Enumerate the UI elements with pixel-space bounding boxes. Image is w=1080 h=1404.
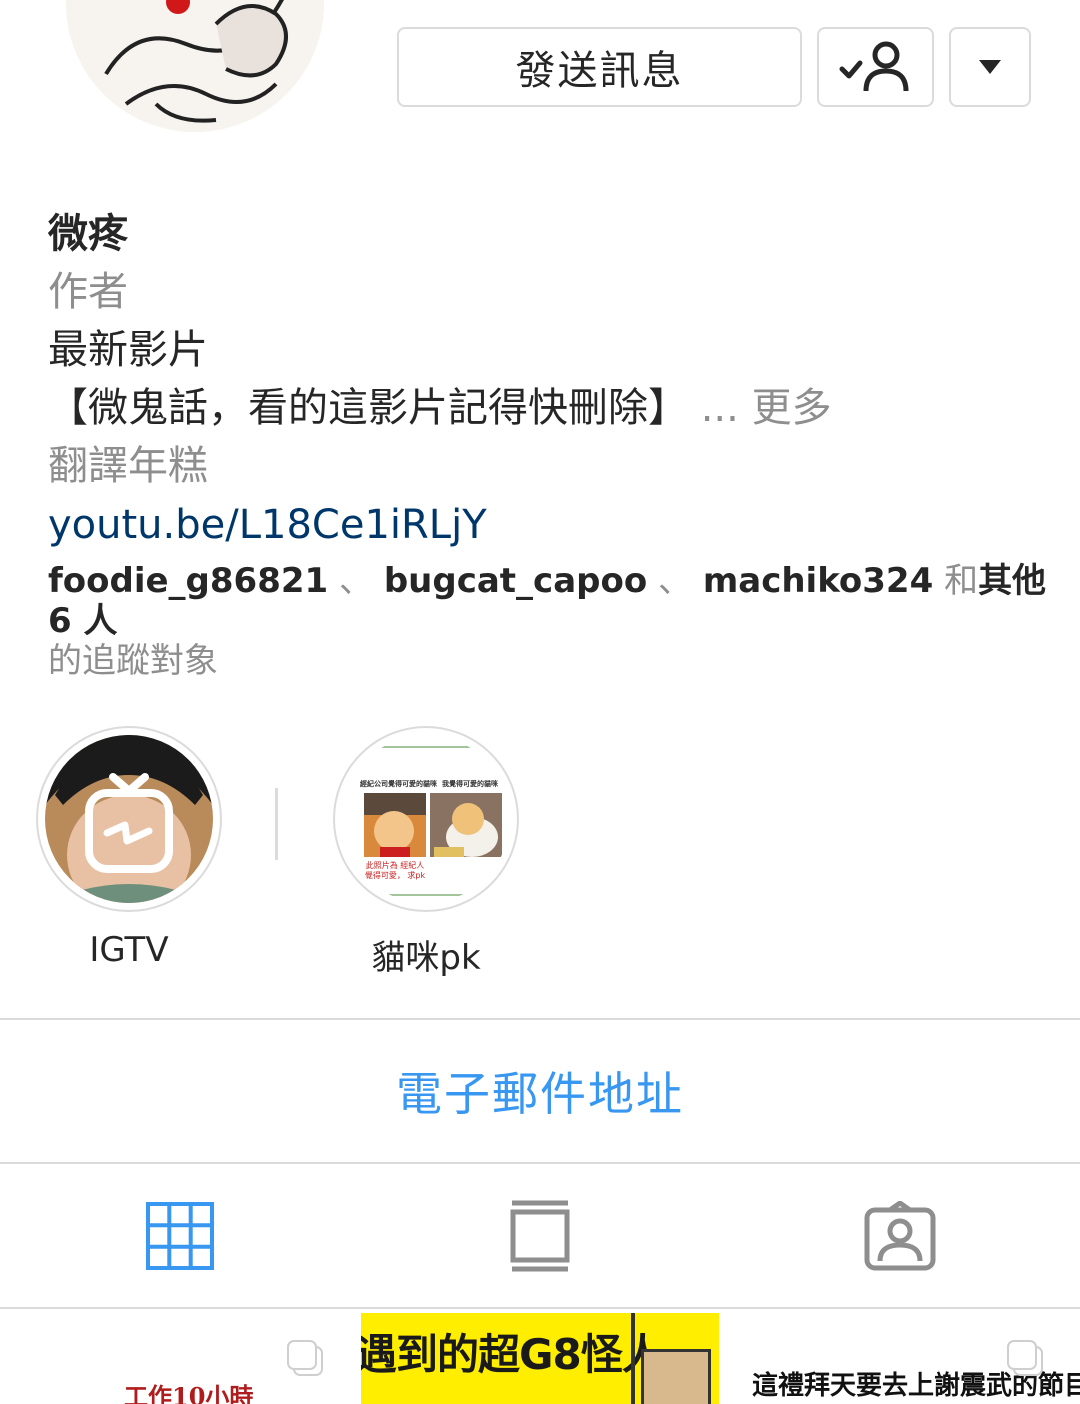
igtv-icon: [45, 735, 213, 903]
post-thumbnail-text: 工作10小時: [124, 1382, 254, 1404]
separator: 、: [339, 561, 373, 601]
post-thumbnail[interactable]: 工作10小時: [0, 1313, 358, 1404]
post-thumbnail[interactable]: 這禮拜天要去上謝震武的節目: [722, 1313, 1080, 1404]
highlight-cat-pk[interactable]: 經紀公司覺得可愛的貓咪 我覺得可愛的貓咪 此照片為 經紀人覺得可愛， 求pk 貓…: [331, 726, 521, 979]
feed-icon: [510, 1200, 570, 1271]
email-address-label: 電子郵件地址: [396, 1067, 684, 1121]
post-thumbnail[interactable]: 遇到的超G8怪人: [361, 1313, 719, 1404]
thumb-caption-right: 我覺得可愛的貓咪: [442, 780, 498, 788]
send-message-button[interactable]: 發送訊息: [397, 27, 802, 107]
cat-pk-thumbnail: 經紀公司覺得可愛的貓咪 我覺得可愛的貓咪 此照片為 經紀人覺得可愛， 求pk: [342, 735, 510, 903]
thumb-note: 此照片為 經紀人覺得可愛， 求pk: [364, 861, 426, 880]
profile-avatar[interactable]: [66, 0, 324, 132]
followed-by-user[interactable]: machiko324: [703, 561, 933, 601]
person-check-icon: [839, 41, 908, 92]
tab-grid[interactable]: [0, 1164, 360, 1307]
bio-line-1: 最新影片: [48, 327, 208, 373]
post-thumbnail-text: 遇到的超G8怪人: [361, 1330, 664, 1379]
tab-feed[interactable]: [360, 1164, 720, 1307]
followed-by-user[interactable]: foodie_g86821: [48, 561, 328, 601]
highlight-ring: [36, 726, 222, 912]
door-frame: [631, 1313, 635, 1404]
highlight-igtv[interactable]: IGTV: [34, 726, 224, 970]
tagged-person-icon: [864, 1200, 936, 1270]
bio-line-3: 翻譯年糕: [48, 443, 208, 489]
separator: 、: [658, 561, 693, 601]
grid-icon: [146, 1201, 214, 1270]
multiple-posts-icon: [1007, 1340, 1043, 1376]
bio-more-link[interactable]: ... 更多: [701, 385, 832, 431]
multiple-posts-icon: [287, 1340, 323, 1376]
followed-by-text[interactable]: foodie_g86821 、 bugcat_capoo 、 machiko32…: [48, 561, 1048, 681]
send-message-label: 發送訊息: [515, 48, 684, 94]
profile-category: 作者: [48, 269, 128, 315]
post-grid: 工作10小時 遇到的超G8怪人 這禮拜天要去上謝震武的節目: [0, 1313, 1080, 1404]
followed-by-suffix: 的追蹤對象: [48, 641, 218, 681]
tab-tagged[interactable]: [720, 1164, 1080, 1307]
avatar-illustration: [66, 0, 324, 132]
bio-line-2: 【微鬼話，看的這影片記得快刪除】 ... 更多: [48, 379, 1048, 437]
following-button[interactable]: [817, 27, 934, 107]
thumb-caption-left: 經紀公司覺得可愛的貓咪: [360, 780, 437, 788]
igtv-thumbnail: [45, 735, 213, 903]
highlight-ring: 經紀公司覺得可愛的貓咪 我覺得可愛的貓咪 此照片為 經紀人覺得可愛， 求pk: [333, 726, 519, 912]
highlight-divider: [275, 788, 278, 860]
profile-tab-bar: [0, 1164, 1080, 1309]
profile-bio: 微疼 作者 最新影片 【微鬼話，看的這影片記得快刪除】 ... 更多 翻譯年糕 …: [48, 205, 1048, 681]
triangle-down-icon: [979, 60, 1001, 74]
bio-text: 【微鬼話，看的這影片記得快刪除】: [48, 385, 688, 431]
and-text: 和: [944, 561, 979, 601]
email-address-button[interactable]: 電子郵件地址: [0, 1018, 1080, 1164]
more-options-button[interactable]: [949, 27, 1031, 107]
bio-website-link[interactable]: youtu.be/L18Ce1iRLjY: [48, 495, 1048, 555]
followed-by-user[interactable]: bugcat_capoo: [384, 561, 647, 601]
highlight-label: 貓咪pk: [371, 938, 481, 978]
profile-name: 微疼: [48, 211, 128, 257]
highlight-label: IGTV: [89, 930, 169, 970]
door-illustration: [641, 1349, 711, 1404]
